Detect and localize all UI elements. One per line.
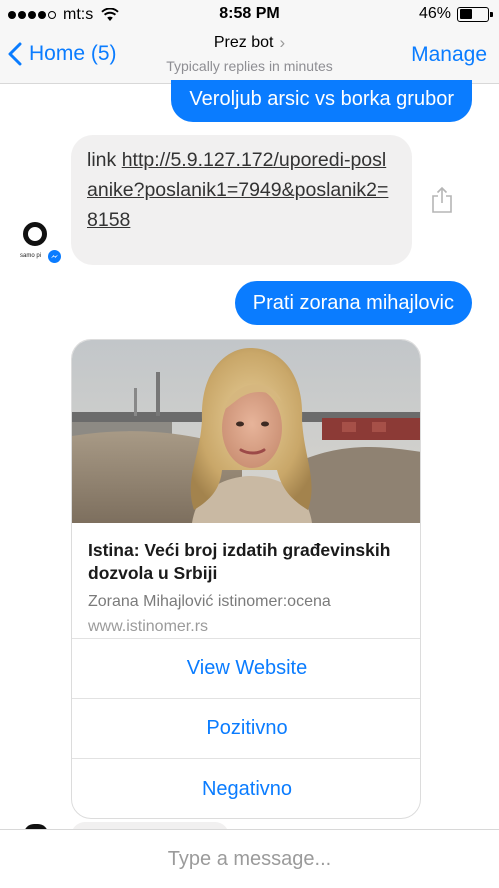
incoming-message[interactable]: link http://5.9.127.172/uporedi-poslanik… [71,135,412,265]
card-description: Zorana Mihajlović istinomer:ocena [88,593,331,610]
battery-icon [457,6,493,22]
conversation-title: Prez bot [213,34,274,51]
card-photo [72,340,420,523]
card-domain: www.istinomer.rs [88,618,209,635]
status-right: 46% [418,5,493,23]
manage-button[interactable]: Manage [411,43,487,67]
message-text: Veroljub arsic vs borka grubor [189,88,454,110]
conversation-header: Prez bot › Typically replies in minutes [100,33,399,74]
outgoing-message[interactable]: Veroljub arsic vs borka grubor [171,80,472,122]
message-text: Prati zorana mihajlovic [252,291,454,314]
message-composer [0,829,499,888]
message-link[interactable]: http://5.9.127.172/uporedi-poslanike?pos… [87,149,388,231]
card-image[interactable] [72,340,420,523]
pozitivno-button[interactable]: Pozitivno [72,699,420,759]
battery-level [459,9,472,19]
conversation-subtitle: Typically replies in minutes [166,58,333,74]
status-bar: mt:s 8:58 PM 46% [0,0,499,30]
chevron-right-icon: › [279,33,286,52]
article-card: Istina: Veći broj izdatih građevinskih d… [71,339,421,819]
share-icon[interactable] [430,186,454,214]
chevron-left-icon [8,42,22,66]
messenger-badge-icon [46,248,63,265]
view-website-button[interactable]: View Website [72,639,420,699]
bot-logo-icon [23,222,47,246]
battery-percent: 46% [418,5,451,22]
conversation-title-button[interactable]: Prez bot › [214,33,285,53]
card-title: Istina: Veći broj izdatih građevinskih d… [88,540,391,583]
card-text[interactable]: Istina: Veći broj izdatih građevinskih d… [72,523,420,639]
nav-bar: Home (5) Prez bot › Typically replies in… [0,30,499,84]
bot-avatar-text: samo pi [20,253,42,259]
bot-avatar[interactable]: samo pi [20,222,64,266]
negativno-button[interactable]: Negativno [72,759,420,818]
message-prefix: link [87,149,122,171]
outgoing-message[interactable]: Prati zorana mihajlovic [234,281,472,325]
message-input[interactable] [0,830,499,888]
